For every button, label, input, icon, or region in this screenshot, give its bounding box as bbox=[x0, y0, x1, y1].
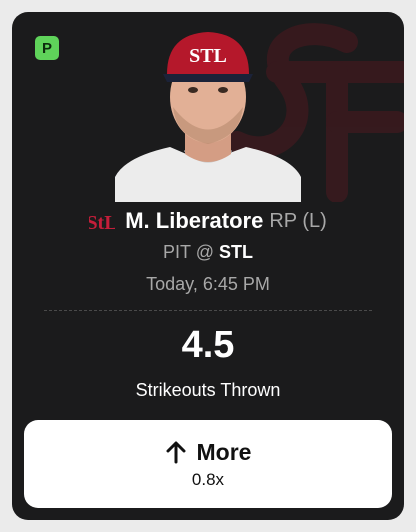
platform-badge: P bbox=[35, 36, 59, 60]
svg-text:STL: STL bbox=[189, 45, 227, 67]
arrow-up-icon bbox=[166, 441, 186, 464]
payout-multiplier: 0.8x bbox=[191, 469, 225, 489]
player-row: StL M. Liberatore RP (L) bbox=[12, 208, 404, 234]
player-name: M. Liberatore bbox=[125, 208, 264, 233]
more-button[interactable]: More 0.8x bbox=[24, 420, 392, 508]
home-team: STL bbox=[219, 242, 253, 262]
stat-label: Strikeouts Thrown bbox=[135, 380, 281, 400]
svg-text:StL: StL bbox=[89, 212, 115, 234]
player-headshot: STL bbox=[115, 32, 301, 202]
more-button-content: More bbox=[165, 438, 252, 466]
divider bbox=[44, 310, 372, 311]
matchup: PIT @ STL bbox=[12, 242, 404, 263]
game-time: Today, 6:45 PM bbox=[146, 274, 270, 294]
matchup-separator: @ bbox=[195, 242, 214, 262]
more-label: More bbox=[196, 438, 252, 465]
player-position: RP (L) bbox=[269, 209, 327, 232]
projection-card[interactable]: P STL StL M. Liberatore RP (L) PIT @ STL… bbox=[12, 12, 404, 520]
away-team: PIT bbox=[163, 242, 191, 262]
projection-line: 4.5 bbox=[181, 324, 235, 366]
cardinals-stl-icon: StL bbox=[89, 212, 115, 234]
